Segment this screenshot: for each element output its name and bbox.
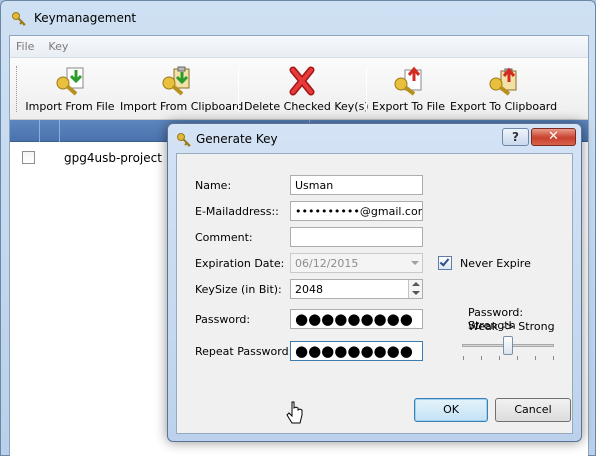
- column-header-check[interactable]: [10, 120, 40, 142]
- spin-up-icon[interactable]: [412, 282, 420, 286]
- keysize-label: KeySize (in Bit):: [195, 283, 282, 296]
- generate-key-dialog: Generate Key ? ✕ Name: Usman E-Mailaddre…: [167, 123, 582, 442]
- dialog-key-icon: [177, 133, 191, 147]
- mouse-pointer-icon: [286, 401, 303, 424]
- name-field[interactable]: Usman: [290, 175, 423, 195]
- repeat-password-field[interactable]: ●●●●●●●●●: [290, 341, 423, 361]
- comment-label: Comment:: [195, 231, 253, 244]
- window-title: Keymanagement: [34, 11, 137, 25]
- expiration-date-field[interactable]: 06/12/2015: [290, 253, 423, 273]
- expiration-label: Expiration Date:: [195, 257, 285, 270]
- spin-buttons[interactable]: [408, 280, 422, 298]
- key-import-clipboard-icon: [162, 66, 190, 96]
- close-button[interactable]: ✕: [531, 128, 576, 146]
- import-from-clipboard-label: Import From Clipboard: [120, 100, 244, 113]
- slider-tick: [553, 356, 554, 360]
- import-from-file-label: Import From File: [25, 100, 115, 113]
- strength-range: Weak -> Strong: [468, 320, 555, 333]
- cancel-button[interactable]: Cancel: [495, 398, 571, 422]
- export-to-clipboard-label: Export To Clipboard: [450, 100, 558, 113]
- ok-button[interactable]: OK: [414, 398, 488, 422]
- slider-tick: [535, 356, 536, 360]
- password-label: Password:: [195, 313, 251, 326]
- export-to-file-label: Export To File: [372, 100, 445, 113]
- keysize-spinbox[interactable]: 2048: [290, 279, 423, 299]
- keysize-value: 2048: [295, 283, 323, 296]
- dialog-body: Name: Usman E-Mailaddress:: ••••••••••@g…: [176, 153, 573, 434]
- key-export-file-icon: [394, 66, 422, 96]
- column-header-type[interactable]: [40, 120, 60, 142]
- chevron-down-icon: [411, 261, 419, 265]
- email-field[interactable]: ••••••••••@gmail.com: [290, 201, 423, 221]
- comment-field[interactable]: [290, 227, 423, 247]
- slider-tick: [499, 356, 500, 360]
- toolbar-separator: [366, 66, 367, 112]
- export-to-clipboard-button[interactable]: Export To Clipboard: [450, 62, 558, 116]
- key-import-file-icon: [56, 67, 84, 96]
- title-bar: Keymanagement: [1, 1, 595, 35]
- name-label: Name:: [195, 179, 232, 192]
- delete-checked-keys-label: Delete Checked Key(s): [244, 100, 369, 113]
- slider-tick: [517, 356, 518, 360]
- menu-file[interactable]: File: [16, 40, 34, 53]
- key-row-name: gpg4usb-project: [64, 151, 162, 165]
- app-key-icon: [12, 12, 26, 26]
- spin-down-icon[interactable]: [412, 291, 420, 295]
- export-to-file-button[interactable]: Export To File: [372, 62, 445, 116]
- import-from-file-button[interactable]: Import From File: [24, 62, 116, 116]
- key-export-clipboard-icon: [489, 67, 517, 96]
- slider-tick: [481, 356, 482, 360]
- toolbar: Import From File Import From Clipboard D…: [10, 58, 588, 120]
- expiration-date-value: 06/12/2015: [295, 257, 359, 270]
- menu-key[interactable]: Key: [48, 40, 68, 53]
- checkmark-icon: [439, 256, 450, 267]
- slider-tick: [463, 356, 464, 360]
- toolbar-grip[interactable]: [16, 66, 19, 112]
- email-label: E-Mailaddress::: [195, 205, 279, 218]
- repeat-password-label: Repeat Password:: [195, 345, 293, 358]
- help-button[interactable]: ?: [502, 128, 529, 146]
- import-from-clipboard-button[interactable]: Import From Clipboard: [120, 62, 244, 116]
- strength-slider-thumb[interactable]: [503, 336, 513, 355]
- delete-checked-keys-button[interactable]: Delete Checked Key(s): [244, 62, 369, 116]
- menu-bar: File Key: [10, 36, 588, 58]
- never-expire-label: Never Expire: [460, 257, 531, 270]
- password-field[interactable]: ●●●●●●●●●: [290, 309, 423, 329]
- key-row-checkbox[interactable]: [22, 151, 35, 164]
- never-expire-checkbox[interactable]: [438, 256, 452, 270]
- dialog-title: Generate Key: [196, 132, 278, 146]
- toolbar-separator: [238, 66, 239, 112]
- delete-x-icon: [289, 66, 315, 96]
